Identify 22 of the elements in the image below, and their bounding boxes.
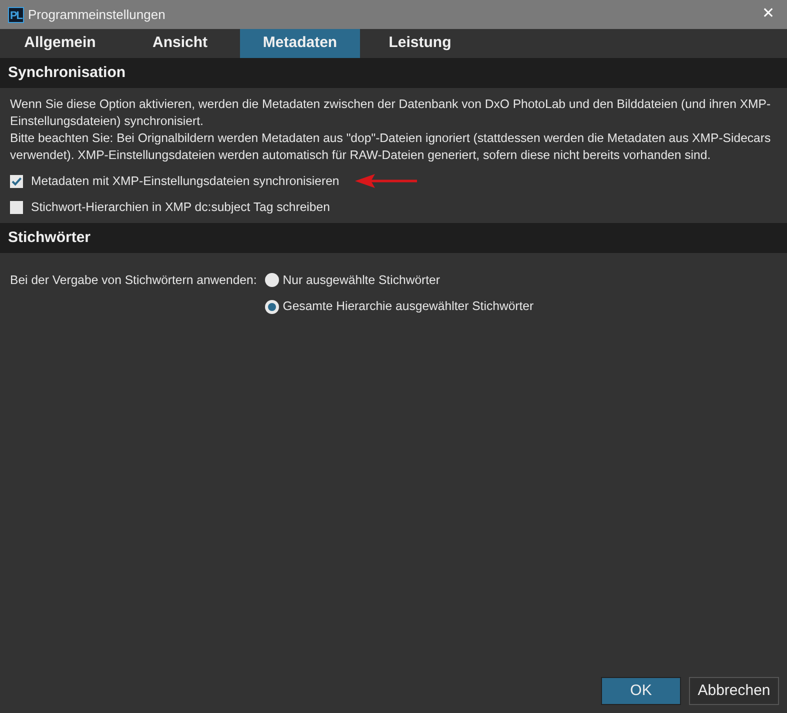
- ok-button[interactable]: OK: [601, 677, 681, 705]
- tab[interactable]: Leistung: [360, 29, 480, 58]
- field-label: Bei der Vergabe von Stichwörtern anwenden:: [10, 272, 257, 289]
- checkbox-label: Metadaten mit XMP-Einstellungsdateien synchronisieren: [31, 173, 340, 190]
- section-header: Stichwörter: [0, 222, 787, 253]
- radio-label: Nur ausgewählte Stichwörter: [282, 272, 440, 289]
- checkbox-label: Stichwort-Hierarchien in XMP dc:subject Tag schreiben: [31, 199, 330, 216]
- description-text: Wenn Sie diese Option aktivieren, werden die Metadaten zwischen der Datenbank von DxO PhotoLab und den Bilddateien (und ihren XMP-Einstellungsdateien) synchronisiert.: [10, 96, 772, 130]
- tab[interactable]: Allgemein: [0, 29, 120, 58]
- radio-label: Gesamte Hierarchie ausgewählter Stichwörter: [282, 298, 534, 316]
- cancel-button[interactable]: Abbrechen: [689, 677, 779, 705]
- checkbox[interactable]: [10, 174, 23, 188]
- checkbox[interactable]: [10, 201, 23, 214]
- tab[interactable]: Metadaten: [240, 29, 360, 58]
- radio-button[interactable]: [264, 273, 279, 288]
- section-header: Synchronisation: [0, 58, 787, 88]
- window-title: Programmeinstellungen: [28, 6, 166, 24]
- close-button[interactable]: ✕: [758, 3, 779, 26]
- radio-button[interactable]: [264, 300, 279, 314]
- tab[interactable]: Ansicht: [120, 29, 240, 58]
- app-logo: PL: [8, 6, 24, 22]
- description-text: Bitte beachten Sie: Bei Orignalbildern werden Metadaten aus "dop"-Dateien ignoriert (stattdessen werden die Metadaten aus XMP-Sidecars verwendet). XMP-Einstellungsdateien werden automatisch für RAW-Dateien generiert, sofern diese nicht bereits vorhanden sind.: [10, 130, 772, 164]
